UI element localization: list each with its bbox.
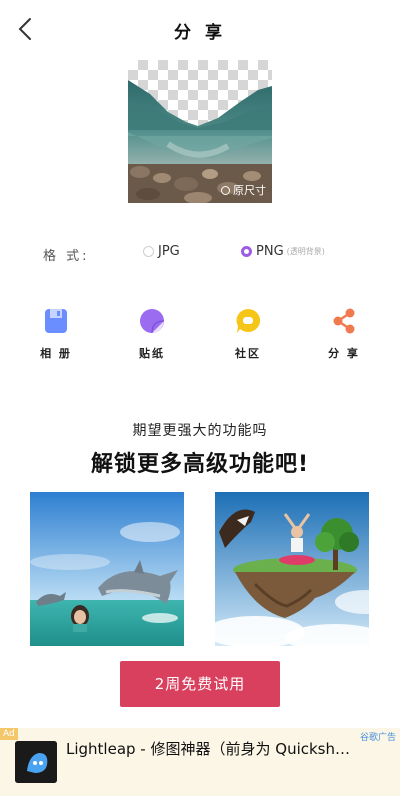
- ad-badge: Ad: [0, 728, 18, 740]
- radio-unselected-icon: [143, 246, 154, 257]
- action-label: 相 册: [40, 347, 72, 360]
- page-title: 分 享: [174, 23, 226, 43]
- ad-banner[interactable]: Ad 谷歌广告 Lightleap - 修图神器（前身为 Quicksh…: [0, 728, 400, 796]
- app-logo-icon: [15, 741, 57, 783]
- community-button[interactable]: 社区: [218, 308, 278, 361]
- sticker-icon: [140, 309, 165, 334]
- share-actions: 相 册 贴纸 社区 分 享: [0, 308, 400, 368]
- sample-image-floating-island: [215, 492, 369, 646]
- action-label: 社区: [235, 347, 261, 360]
- free-trial-button[interactable]: 2周免费试用: [120, 661, 280, 707]
- original-size-toggle[interactable]: 原尺寸: [221, 182, 266, 198]
- community-chat-icon: [236, 308, 261, 333]
- dolphin-ocean-image: [30, 492, 184, 646]
- sample-image-dolphin: [30, 492, 184, 646]
- radio-selected-icon: [241, 246, 252, 257]
- save-album-icon: [45, 309, 67, 333]
- promo-subtitle: 期望更强大的功能吗: [132, 423, 268, 439]
- ad-text: Lightleap - 修图神器（前身为 Quicksh…: [66, 740, 350, 758]
- format-option-note: (透明背景): [286, 247, 325, 256]
- action-label: 贴纸: [139, 347, 165, 360]
- format-option-label: JPG: [158, 244, 180, 259]
- action-label: 分 享: [328, 347, 360, 360]
- save-to-album-button[interactable]: 相 册: [26, 308, 86, 361]
- top-bar: 分 享: [0, 0, 400, 58]
- format-label: 格 式:: [43, 249, 90, 264]
- radio-ring-icon: [221, 185, 230, 195]
- sticker-button[interactable]: 贴纸: [122, 308, 182, 361]
- original-size-label: 原尺寸: [233, 184, 266, 197]
- promo-title: 解锁更多高级功能吧!: [90, 452, 310, 477]
- share-icon: [333, 308, 355, 334]
- floating-island-image: [215, 492, 369, 646]
- image-preview: 原尺寸: [128, 60, 272, 203]
- format-option-png[interactable]: PNG (透明背景): [241, 244, 325, 259]
- format-option-jpg[interactable]: JPG: [143, 244, 180, 259]
- format-option-label: PNG: [256, 244, 284, 259]
- format-selector: 格 式: JPG PNG (透明背景): [0, 244, 400, 264]
- share-button[interactable]: 分 享: [314, 308, 374, 361]
